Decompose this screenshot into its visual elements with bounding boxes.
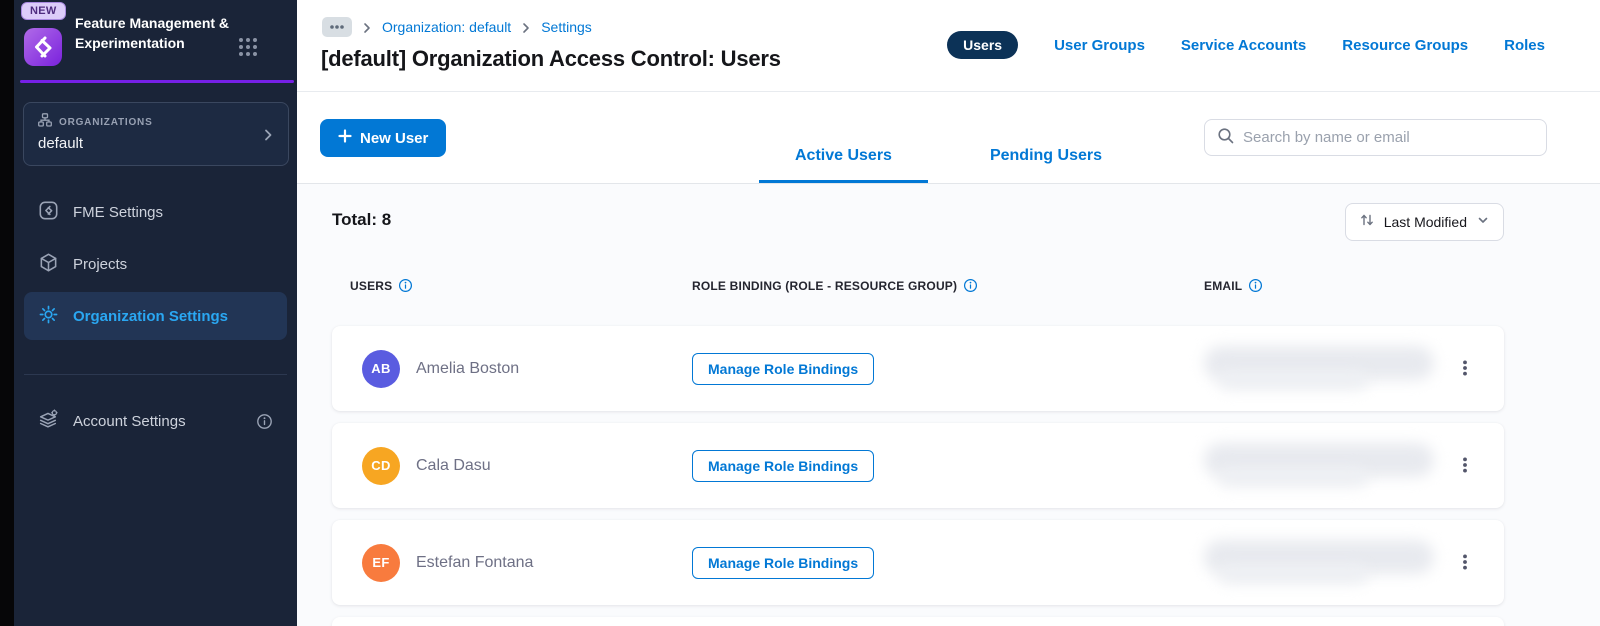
manage-role-bindings-button[interactable]: Manage Role Bindings [692, 449, 875, 482]
column-header-role-binding: ROLE BINDING (ROLE - RESOURCE GROUP) [692, 278, 1204, 294]
avatar: AB [362, 349, 400, 388]
breadcrumb: Organization: default Settings [322, 17, 592, 37]
tab-active-users[interactable]: Active Users [759, 147, 928, 183]
sidebar-item-label: Projects [73, 255, 128, 273]
user-cell: CD Cala Dasu [362, 446, 692, 485]
info-circle-icon[interactable] [256, 413, 273, 430]
search-icon [1217, 127, 1234, 149]
background-window-edge [0, 0, 14, 626]
info-circle-icon[interactable] [963, 278, 979, 294]
redacted-email [1204, 539, 1439, 586]
info-circle-icon[interactable] [1248, 278, 1264, 294]
tab-roles[interactable]: Roles [1504, 37, 1545, 54]
sidebar: NEW Feature Management & Experimentation [14, 0, 297, 626]
manage-role-bindings-button[interactable]: Manage Role Bindings [692, 546, 875, 579]
manage-role-bindings-button[interactable]: Manage Role Bindings [692, 352, 875, 385]
table-row: CD Cala Dasu Manage Role Bindings [332, 423, 1504, 508]
tab-users[interactable]: Users [947, 31, 1019, 59]
gear-icon [38, 304, 59, 329]
user-list-panel: Total: 8 Last Modified USERS ROLE BINDIN… [297, 184, 1600, 626]
sort-dropdown-value: Last Modified [1383, 214, 1467, 230]
ellipsis-icon[interactable] [322, 17, 352, 37]
kebab-menu-icon[interactable] [1456, 456, 1476, 476]
org-selector-value: default [38, 135, 84, 152]
avatar: CD [362, 446, 400, 485]
tab-user-groups[interactable]: User Groups [1054, 37, 1145, 54]
access-control-tabs: Users User Groups Service Accounts Resou… [947, 31, 1545, 59]
page-title: [default] Organization Access Control: U… [321, 46, 781, 71]
user-name: Cala Dasu [416, 456, 491, 474]
sidebar-item-label: Account Settings [73, 412, 186, 430]
avatar: EF [362, 543, 400, 582]
column-header-email: EMAIL [1204, 278, 1504, 294]
cube-icon [38, 252, 59, 277]
fme-logo-outline-icon [38, 200, 59, 225]
sort-arrows-icon [1359, 212, 1375, 233]
user-cell: AB Amelia Boston [362, 349, 692, 388]
app-title: Feature Management & Experimentation [75, 15, 230, 51]
column-header-users: USERS [350, 278, 692, 294]
sidebar-item-projects[interactable]: Projects [24, 240, 287, 288]
user-cell: EF Estefan Fontana [362, 543, 692, 582]
sidebar-nav: FME Settings Projects Organization Setti… [24, 188, 287, 344]
layers-gear-icon [38, 408, 59, 434]
sidebar-item-label: Organization Settings [73, 307, 229, 325]
redacted-email [1204, 345, 1439, 392]
total-count: Total: 8 [332, 210, 392, 229]
fme-app-logo-icon [23, 27, 63, 67]
sort-dropdown[interactable]: Last Modified [1344, 203, 1504, 241]
plus-icon [338, 129, 352, 147]
redacted-email [1204, 442, 1439, 489]
chevron-right-icon [260, 127, 276, 143]
breadcrumb-link-settings[interactable]: Settings [541, 19, 592, 35]
kebab-menu-icon[interactable] [1456, 359, 1476, 379]
chevron-down-icon [1476, 213, 1490, 232]
column-header-label: USERS [350, 279, 393, 293]
sidebar-item-fme-settings[interactable]: FME Settings [24, 188, 287, 236]
organization-selector[interactable]: ORGANIZATIONS default [23, 102, 289, 166]
user-name: Estefan Fontana [416, 553, 534, 571]
tab-resource-groups[interactable]: Resource Groups [1342, 37, 1468, 54]
page-header: Organization: default Settings [default]… [297, 0, 1600, 92]
table-row: AB Amelia Boston Manage Role Bindings [332, 326, 1504, 411]
brand-purple-divider [20, 80, 294, 83]
sidebar-item-label: FME Settings [73, 203, 164, 221]
apps-grid-icon[interactable] [238, 37, 258, 57]
tab-service-accounts[interactable]: Service Accounts [1181, 37, 1306, 54]
sidebar-item-organization-settings[interactable]: Organization Settings [24, 292, 287, 340]
table-header-row: USERS ROLE BINDING (ROLE - RESOURCE GROU… [332, 278, 1504, 294]
org-hierarchy-icon [38, 113, 52, 132]
org-selector-label: ORGANIZATIONS [59, 117, 153, 128]
info-circle-icon[interactable] [398, 278, 414, 294]
tab-pending-users[interactable]: Pending Users [954, 147, 1138, 183]
sidebar-footer-nav: Account Settings [24, 396, 287, 450]
column-header-label: ROLE BINDING (ROLE - RESOURCE GROUP) [692, 279, 958, 293]
search-input[interactable] [1243, 129, 1534, 146]
new-badge: NEW [21, 2, 66, 20]
chevron-right-icon [361, 21, 373, 33]
sidebar-divider [24, 374, 287, 375]
table-row: EF Estefan Fontana Manage Role Bindings [332, 520, 1504, 605]
kebab-menu-icon[interactable] [1456, 553, 1476, 573]
user-rows: AB Amelia Boston Manage Role Bindings CD… [332, 326, 1504, 626]
new-user-button[interactable]: New User [320, 119, 447, 157]
chevron-right-icon [520, 21, 532, 33]
user-name: Amelia Boston [416, 359, 520, 377]
new-user-button-label: New User [360, 129, 429, 147]
toolbar: New User Active Users Pending Users [297, 92, 1600, 184]
breadcrumb-link-organization[interactable]: Organization: default [382, 19, 511, 35]
sidebar-item-account-settings[interactable]: Account Settings [24, 396, 287, 446]
search-box [1204, 119, 1547, 156]
column-header-label: EMAIL [1204, 279, 1243, 293]
table-row-partial [332, 617, 1504, 626]
